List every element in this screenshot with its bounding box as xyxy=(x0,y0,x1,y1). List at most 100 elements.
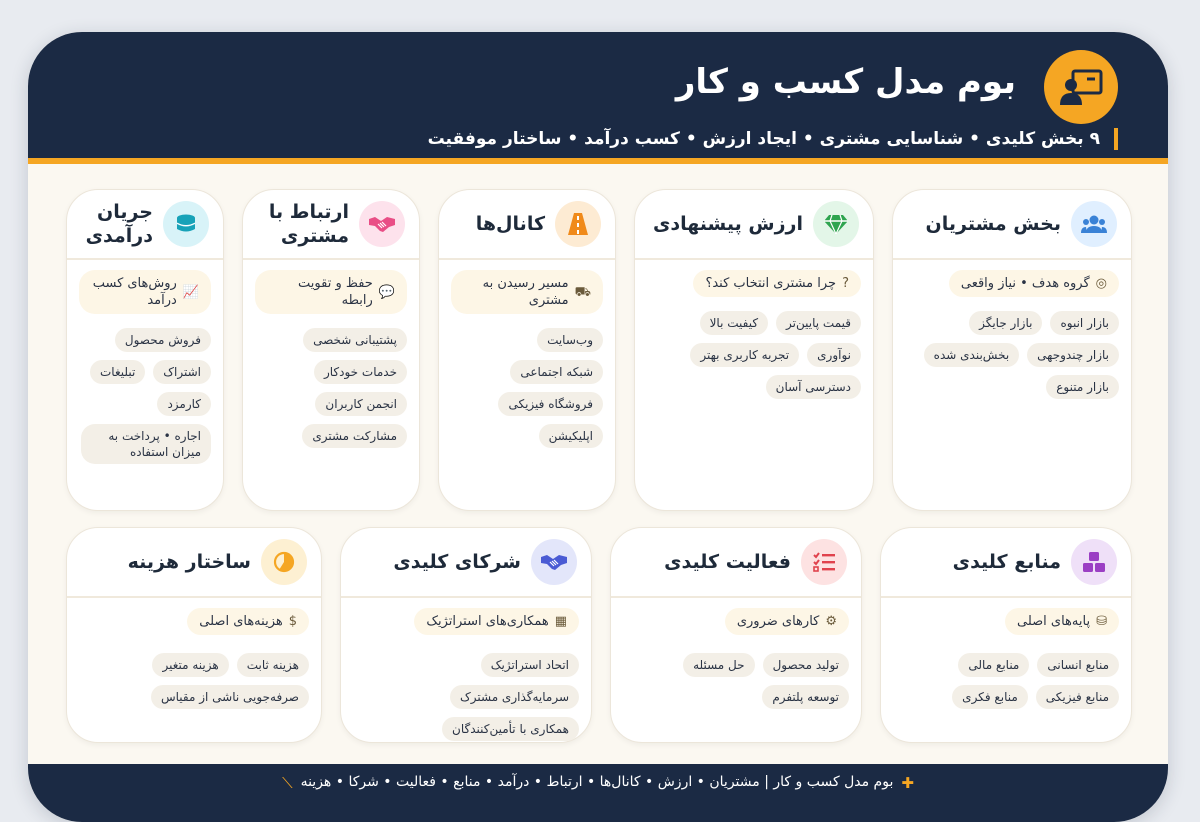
card-header: فعالیت کلیدی xyxy=(611,528,861,598)
tag: توسعه پلتفرم xyxy=(762,685,849,709)
card-title: شرکای کلیدی xyxy=(393,551,521,573)
tag: اجاره • پرداخت به میزان استفاده xyxy=(81,424,211,464)
tag: دسترسی آسان xyxy=(765,375,861,399)
tag: اپلیکیشن xyxy=(538,424,603,448)
tag-list: اتحاد استراتژیک سرمایه‌گذاری مشترک همکار… xyxy=(442,653,579,741)
section-pill: 💬 حفظ و تقویت رابطه xyxy=(255,270,407,314)
tag: انجمن کاربران xyxy=(315,392,407,416)
card-header: شرکای کلیدی xyxy=(341,528,591,598)
gears-icon: ⚙ xyxy=(825,614,837,629)
gem-icon xyxy=(813,201,859,247)
card-header: ساختار هزینه xyxy=(67,528,321,598)
database-icon: ⛁ xyxy=(1096,614,1107,629)
footer-text: بوم مدل کسب و کار | مشتریان • ارزش • کان… xyxy=(300,774,894,790)
coins-icon xyxy=(163,201,209,247)
card-body: ⛟ مسیر رسیدن به مشتری وب‌سایت شبکه اجتما… xyxy=(439,270,615,448)
tag-list: تولید محصول حل مسئله توسعه پلتفرم xyxy=(623,653,849,709)
card-body: ◎ گروه هدف • نیاز واقعی بازار انبوه بازا… xyxy=(893,270,1131,399)
card-header: ارزش پیشنهادی xyxy=(635,190,873,260)
tag: منابع فیزیکی xyxy=(1035,685,1119,709)
section-label: روش‌های کسب درآمد xyxy=(92,276,177,308)
card-title: ارزش پیشنهادی xyxy=(652,213,803,235)
tag-list: پشتیبانی شخصی خدمات خودکار انجمن کاربران… xyxy=(302,328,407,448)
tag: بازار چندوجهی xyxy=(1027,343,1119,367)
section-label: هزینه‌های اصلی xyxy=(199,614,283,629)
card-customer-relationships: ارتباط با مشتری 💬 حفظ و تقویت رابطه پشتی… xyxy=(242,189,420,511)
tag: تجربه کاربری بهتر xyxy=(690,343,800,367)
road-icon xyxy=(555,201,601,247)
tag-list: قیمت پایین‌تر کیفیت بالا نوآوری تجربه کا… xyxy=(647,311,861,399)
card-header: ارتباط با مشتری xyxy=(243,190,419,260)
tag: کارمزد xyxy=(157,392,211,416)
section-label: کارهای ضروری xyxy=(736,614,820,629)
comments-icon: 💬 xyxy=(378,284,395,300)
tag: مشارکت مشتری xyxy=(302,424,407,448)
dollar-icon: $ xyxy=(288,614,297,629)
card-header: منابع کلیدی xyxy=(881,528,1131,598)
tag-list: وب‌سایت شبکه اجتماعی فروشگاه فیزیکی اپلی… xyxy=(498,328,603,448)
tag: منابع فکری xyxy=(952,685,1028,709)
handshake-icon xyxy=(531,539,577,585)
tag: تبلیغات xyxy=(89,360,146,384)
card-body: ▦ همکاری‌های استراتژیک اتحاد استراتژیک س… xyxy=(341,608,591,741)
card-value-proposition: ارزش پیشنهادی ? چرا مشتری انتخاب کند؟ قی… xyxy=(634,189,874,511)
tag: سرمایه‌گذاری مشترک xyxy=(450,685,579,709)
tag: حل مسئله xyxy=(683,653,755,677)
tag: پشتیبانی شخصی xyxy=(303,328,407,352)
tag: شبکه اجتماعی xyxy=(510,360,603,384)
building-icon: ▦ xyxy=(554,614,567,629)
tag: بازار جایگز xyxy=(969,311,1043,335)
tag: اتحاد استراتژیک xyxy=(480,653,579,677)
card-body: ⚙ کارهای ضروری تولید محصول حل مسئله توسع… xyxy=(611,608,861,709)
tag-list: بازار انبوه بازار جایگز بازار چندوجهی بخ… xyxy=(905,311,1119,399)
chart-icon: 📈 xyxy=(182,284,199,300)
card-key-partners: شرکای کلیدی ▦ همکاری‌های استراتژیک اتحاد… xyxy=(340,527,592,743)
tag: کیفیت بالا xyxy=(699,311,769,335)
tag: همکاری با تأمین‌کنندگان xyxy=(442,717,579,741)
card-revenue-streams: جریان درآمدی 📈 روش‌های کسب درآمد فروش مح… xyxy=(66,189,224,511)
tag: منابع انسانی xyxy=(1037,653,1119,677)
tag: وب‌سایت xyxy=(537,328,603,352)
tag: تولید محصول xyxy=(762,653,849,677)
tag: هزینه متغیر xyxy=(152,653,229,677)
tag: بخش‌بندی شده xyxy=(923,343,1020,367)
card-channels: کانال‌ها ⛟ مسیر رسیدن به مشتری وب‌سایت ش… xyxy=(438,189,616,511)
truck-icon: ⛟ xyxy=(574,284,591,300)
section-label: حفظ و تقویت رابطه xyxy=(298,276,373,308)
tag: اشتراک xyxy=(153,360,211,384)
tag-list: منابع انسانی منابع مالی منابع فیزیکی منا… xyxy=(893,653,1119,709)
target-icon: ◎ xyxy=(1095,276,1107,291)
tag: نوآوری xyxy=(807,343,861,367)
card-header: بخش مشتریان xyxy=(893,190,1131,260)
card-title: ساختار هزینه xyxy=(127,551,251,573)
puzzle-icon: ✚ xyxy=(901,774,914,792)
section-pill: ◎ گروه هدف • نیاز واقعی xyxy=(948,270,1119,297)
section-pill: 📈 روش‌های کسب درآمد xyxy=(79,270,211,314)
card-title: جریان درآمدی xyxy=(85,201,153,247)
page-subtitle: ۹ بخش کلیدی • شناسایی مشتری • ایجاد ارزش… xyxy=(428,128,1118,150)
handshake-icon xyxy=(359,201,405,247)
section-pill: ? چرا مشتری انتخاب کند؟ xyxy=(693,270,861,297)
card-title: کانال‌ها xyxy=(475,213,545,235)
tag: فروشگاه فیزیکی xyxy=(498,392,603,416)
card-body: ? چرا مشتری انتخاب کند؟ قیمت پایین‌تر کی… xyxy=(635,270,873,399)
tag: قیمت پایین‌تر xyxy=(776,311,861,335)
tag: هزینه ثابت xyxy=(236,653,309,677)
page-title: بوم مدل کسب و کار xyxy=(675,62,1016,102)
section-pill: ▦ همکاری‌های استراتژیک xyxy=(414,608,579,635)
card-key-resources: منابع کلیدی ⛁ پایه‌های اصلی منابع انسانی… xyxy=(880,527,1132,743)
presentation-board-icon xyxy=(1044,50,1118,124)
section-label: پایه‌های اصلی xyxy=(1017,614,1091,629)
tag: بازار انبوه xyxy=(1050,311,1119,335)
card-body: 📈 روش‌های کسب درآمد فروش محصول اشتراک تب… xyxy=(67,270,223,464)
section-pill: ⛟ مسیر رسیدن به مشتری xyxy=(451,270,603,314)
question-icon: ? xyxy=(842,276,849,291)
header: بوم مدل کسب و کار ۹ بخش کلیدی • شناسایی … xyxy=(28,32,1168,164)
card-cost-structure: ساختار هزینه $ هزینه‌های اصلی هزینه ثابت… xyxy=(66,527,322,743)
section-pill: $ هزینه‌های اصلی xyxy=(187,608,309,635)
tag: منابع مالی xyxy=(958,653,1030,677)
card-customer-segments: بخش مشتریان ◎ گروه هدف • نیاز واقعی بازا… xyxy=(892,189,1132,511)
users-icon xyxy=(1071,201,1117,247)
section-pill: ⚙ کارهای ضروری xyxy=(724,608,849,635)
tag: فروش محصول xyxy=(114,328,211,352)
